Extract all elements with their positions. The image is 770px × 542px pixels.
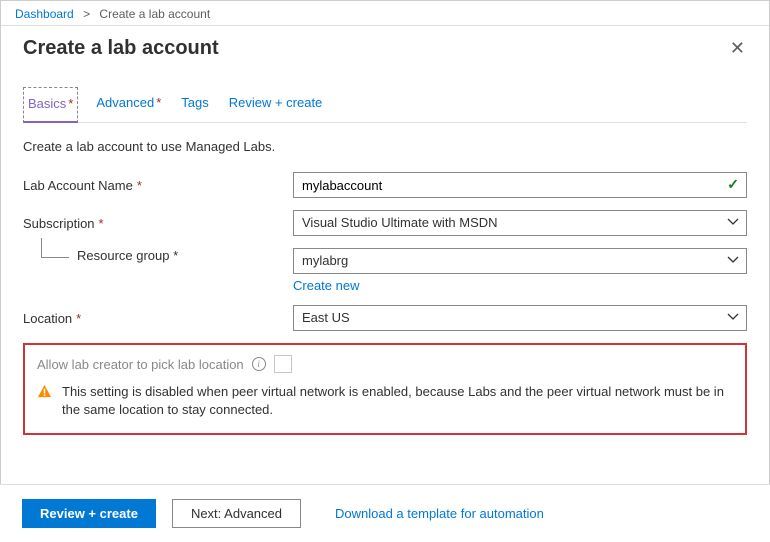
close-button[interactable]: ✕ <box>722 34 753 63</box>
breadcrumb-root[interactable]: Dashboard <box>15 7 74 21</box>
input-lab-account-name[interactable] <box>293 172 747 198</box>
required-indicator: * <box>173 248 178 263</box>
warning-icon <box>37 384 52 419</box>
info-icon[interactable]: i <box>252 357 266 371</box>
tab-basics-label: Basics <box>28 96 66 111</box>
close-icon: ✕ <box>730 38 745 58</box>
breadcrumb-current: Create a lab account <box>99 7 210 21</box>
required-indicator: * <box>156 95 161 110</box>
next-advanced-button[interactable]: Next: Advanced <box>172 499 301 528</box>
breadcrumb-separator: > <box>83 7 90 21</box>
download-template-link[interactable]: Download a template for automation <box>335 506 544 521</box>
select-location[interactable]: East US <box>293 305 747 331</box>
label-subscription: Subscription <box>23 216 95 231</box>
row-subscription: Subscription * Visual Studio Ultimate wi… <box>23 210 747 236</box>
required-indicator: * <box>137 178 142 193</box>
tab-review-create[interactable]: Review + create <box>227 87 325 122</box>
breadcrumb: Dashboard > Create a lab account <box>1 1 769 26</box>
tab-advanced-label: Advanced <box>96 95 154 110</box>
intro-text: Create a lab account to use Managed Labs… <box>23 139 747 154</box>
callout-message-text: This setting is disabled when peer virtu… <box>62 383 733 419</box>
tab-basics[interactable]: Basics* <box>23 87 78 123</box>
select-subscription[interactable]: Visual Studio Ultimate with MSDN <box>293 210 747 236</box>
required-indicator: * <box>68 96 73 111</box>
callout-title-text: Allow lab creator to pick lab location <box>37 357 244 372</box>
checkmark-icon: ✓ <box>727 176 739 193</box>
review-create-button[interactable]: Review + create <box>22 499 156 528</box>
required-indicator: * <box>99 216 104 231</box>
label-resource-group: Resource group <box>77 248 170 263</box>
checkbox-allow-pick-location <box>274 355 292 373</box>
label-location: Location <box>23 311 72 326</box>
label-lab-account-name: Lab Account Name <box>23 178 133 193</box>
tree-connector <box>41 238 69 258</box>
tab-bar: Basics* Advanced* Tags Review + create <box>23 87 747 123</box>
row-location: Location * East US <box>23 305 747 331</box>
callout-disabled-setting: Allow lab creator to pick lab location i… <box>23 343 747 435</box>
page-title: Create a lab account <box>23 37 219 60</box>
footer-action-bar: Review + create Next: Advanced Download … <box>0 484 770 542</box>
tab-tags[interactable]: Tags <box>179 87 210 122</box>
row-lab-account-name: Lab Account Name * ✓ <box>23 172 747 198</box>
link-create-new-rg[interactable]: Create new <box>293 278 359 293</box>
tab-advanced[interactable]: Advanced* <box>94 87 163 122</box>
page-header: Create a lab account ✕ <box>1 26 769 73</box>
row-resource-group: Resource group * mylabrg Create new <box>23 248 747 293</box>
select-resource-group[interactable]: mylabrg <box>293 248 747 274</box>
required-indicator: * <box>76 311 81 326</box>
